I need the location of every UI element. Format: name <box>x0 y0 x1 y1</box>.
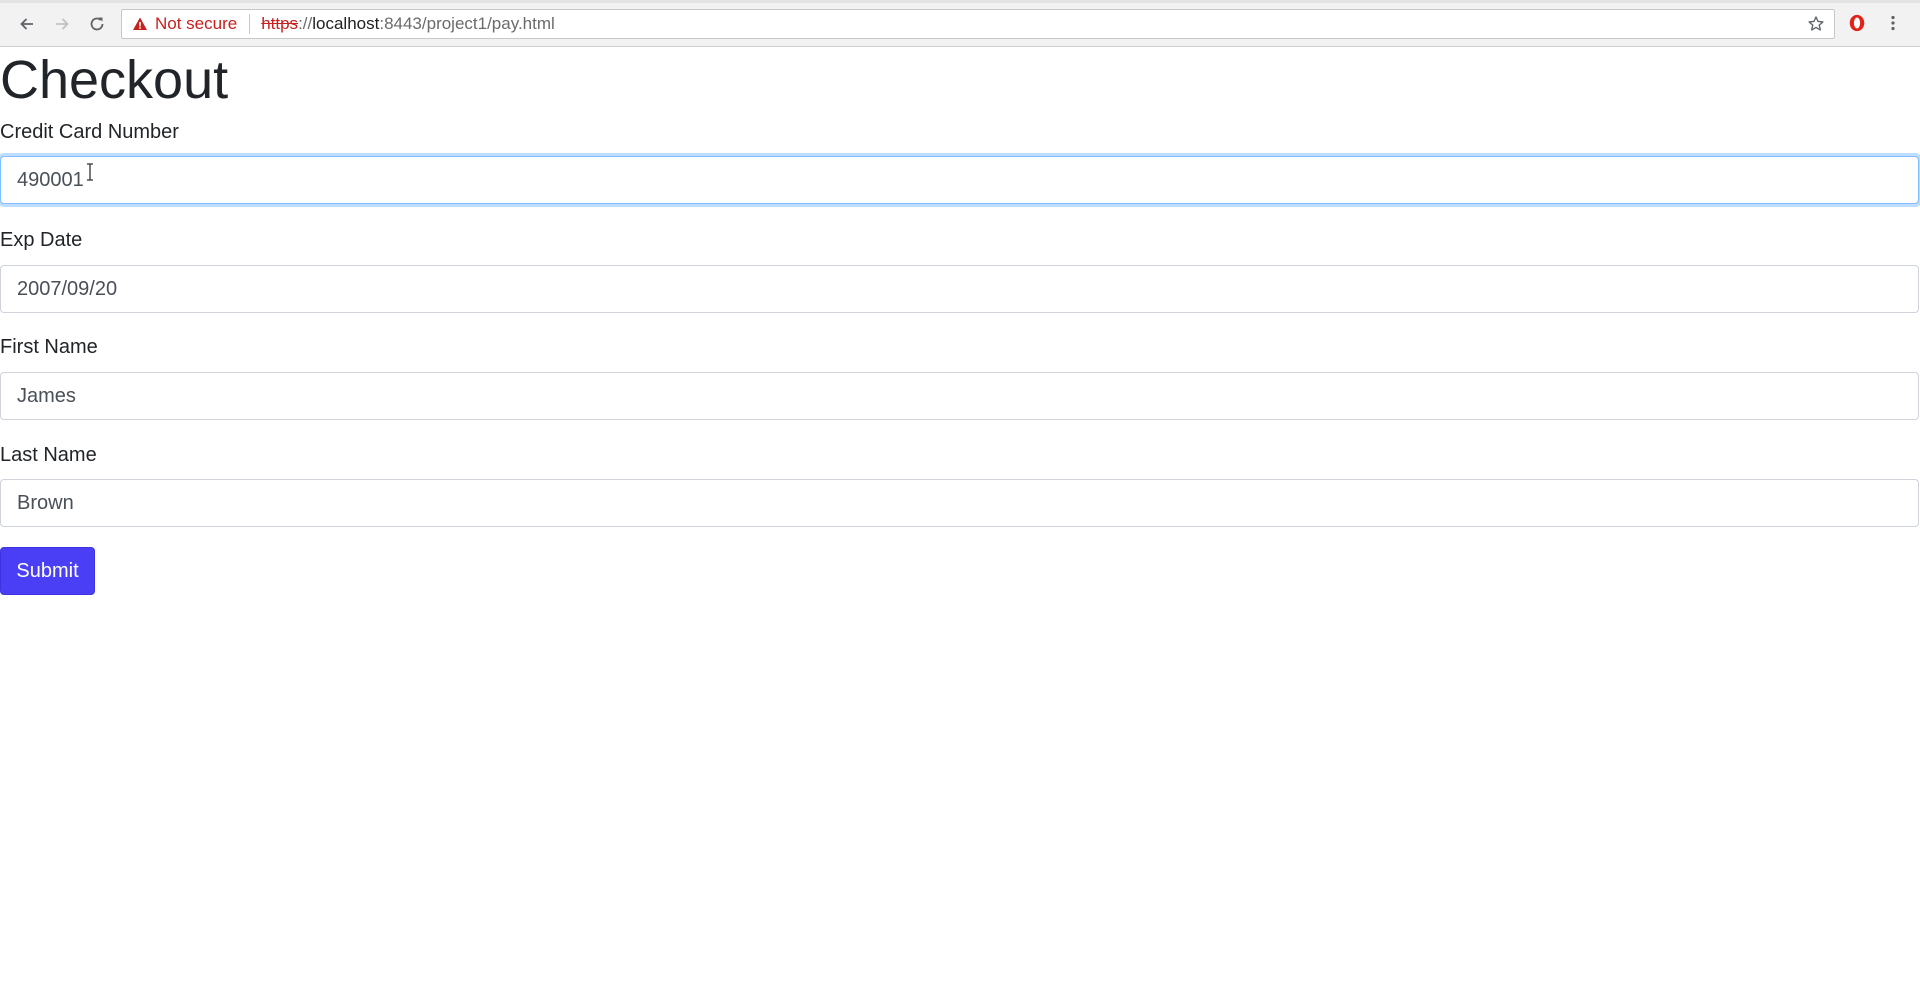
reload-icon <box>90 17 104 31</box>
arrow-right-icon <box>56 18 69 30</box>
exp-date-input[interactable] <box>0 265 1919 313</box>
text-cursor-icon <box>87 163 93 181</box>
warning-triangle-icon <box>132 16 148 32</box>
url-text[interactable]: https://localhost:8443/project1/pay.html <box>261 14 555 34</box>
submit-button[interactable]: Submit <box>0 547 95 595</box>
security-status-label[interactable]: Not secure <box>155 14 237 34</box>
kebab-menu-icon[interactable] <box>1882 12 1904 34</box>
url-path: :8443/project1/pay.html <box>379 14 555 33</box>
opera-extension-icon[interactable] <box>1846 12 1868 34</box>
first-name-label: First Name <box>0 336 98 358</box>
last-name-label: Last Name <box>0 444 97 466</box>
credit-card-number-input[interactable] <box>0 156 1919 204</box>
omnibox-divider <box>249 14 251 34</box>
tab-strip <box>0 0 1920 3</box>
url-separator: :// <box>298 14 313 33</box>
url-host: localhost <box>312 14 380 33</box>
address-bar[interactable]: Not secure https://localhost:8443/projec… <box>121 9 1835 39</box>
page-title: Checkout <box>0 50 229 110</box>
forward-button[interactable] <box>49 11 75 37</box>
last-name-input[interactable] <box>0 479 1919 527</box>
exp-date-label: Exp Date <box>0 229 83 251</box>
first-name-input[interactable] <box>0 372 1919 420</box>
bookmark-star-icon[interactable] <box>1806 14 1826 34</box>
checkout-page: Checkout Credit Card Number Exp Date Fir… <box>0 48 1920 991</box>
back-button[interactable] <box>14 11 40 37</box>
arrow-left-icon <box>20 18 33 30</box>
credit-card-number-label: Credit Card Number <box>0 121 179 143</box>
reload-button[interactable] <box>84 11 110 37</box>
browser-toolbar: Not secure https://localhost:8443/projec… <box>0 0 1920 47</box>
url-scheme: https <box>261 14 299 33</box>
